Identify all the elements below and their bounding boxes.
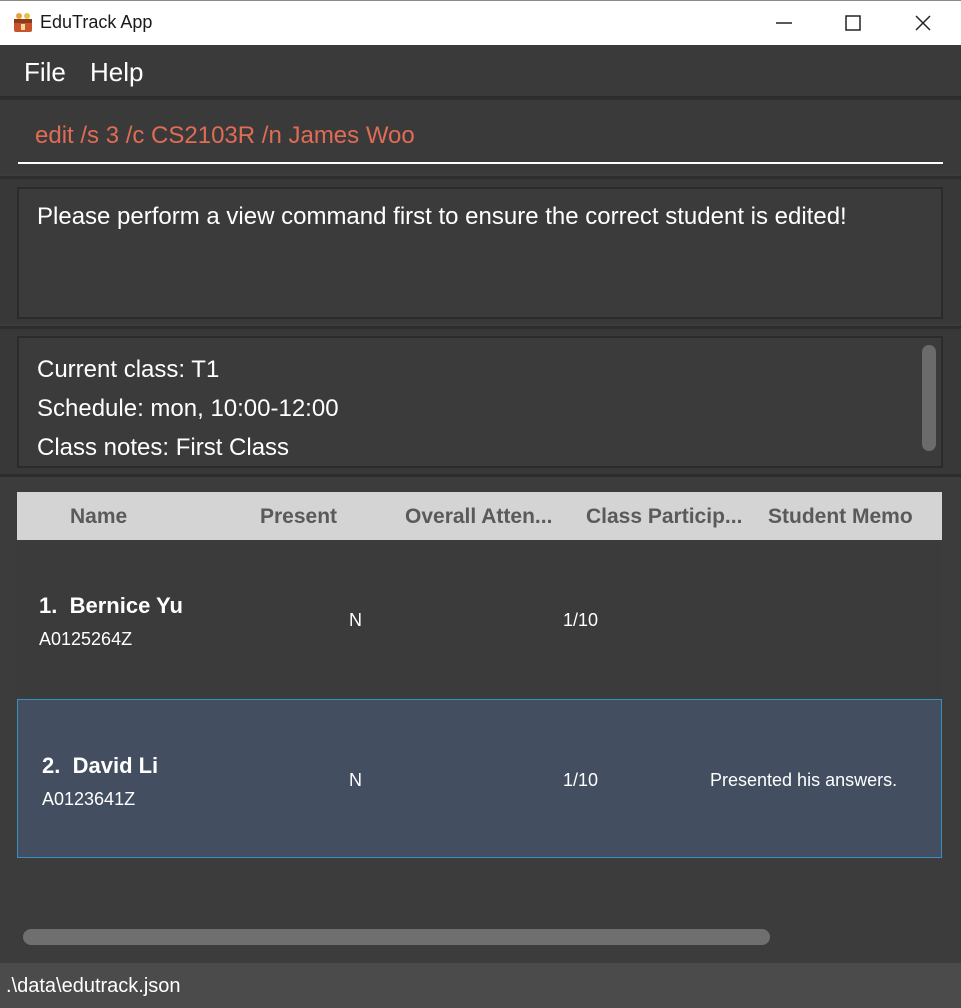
result-display: Please perform a view command first to e… (17, 187, 943, 319)
minimize-icon (776, 22, 792, 24)
column-header-class-participation[interactable]: Class Particip... (586, 505, 742, 529)
table-row-selected[interactable]: 2. David Li A0123641Z N 1/10 Presented h… (17, 699, 942, 858)
command-input[interactable]: edit /s 3 /c CS2103R /n James Woo (18, 114, 943, 164)
table-horizontal-scrollbar[interactable] (23, 929, 770, 945)
student-name-text: Bernice Yu (69, 593, 183, 618)
present-cell: N (349, 770, 362, 790)
column-header-name[interactable]: Name (70, 505, 127, 529)
close-icon (915, 15, 931, 31)
class-info-pane: Current class: T1 Schedule: mon, 10:00-1… (0, 326, 961, 474)
current-class-text: Current class: T1 (37, 356, 220, 383)
minimize-button[interactable] (749, 1, 819, 45)
column-header-present[interactable]: Present (260, 505, 337, 529)
window-title: EduTrack App (40, 12, 153, 32)
close-button[interactable] (888, 1, 958, 45)
table-row[interactable]: 1. Bernice Yu A0125264Z N 1/10 (17, 540, 942, 699)
row-index: 1. (39, 593, 58, 618)
participation-cell: 1/10 (563, 610, 599, 630)
menu-bar: File Help (0, 45, 961, 98)
class-info-scrollbar[interactable] (922, 345, 936, 451)
table-header: Name Present Overall Atten... Class Part… (17, 492, 942, 540)
result-pane: Please perform a view command first to e… (0, 176, 961, 324)
command-pane: edit /s 3 /c CS2103R /n James Woo (0, 98, 961, 174)
status-bar: .\data\edutrack.json (0, 963, 961, 1008)
memo-cell: Presented his answers. (710, 770, 898, 790)
data-file-path: .\data\edutrack.json (6, 975, 181, 997)
menu-file[interactable]: File (24, 57, 66, 88)
student-name: 2. David Li (42, 753, 158, 779)
class-info-box: Current class: T1 Schedule: mon, 10:00-1… (17, 336, 943, 468)
participation-cell: 1/10 (563, 770, 599, 790)
student-name: 1. Bernice Yu (39, 593, 183, 619)
app-icon (14, 13, 32, 32)
maximize-button[interactable] (818, 1, 888, 45)
column-header-overall-attendance[interactable]: Overall Atten... (405, 505, 552, 529)
student-id: A0123641Z (42, 789, 136, 809)
schedule-text: Schedule: mon, 10:00-12:00 (37, 395, 339, 422)
row-index: 2. (42, 753, 61, 778)
maximize-icon (845, 15, 861, 31)
present-cell: N (349, 610, 362, 630)
class-notes-text: Class notes: First Class (37, 434, 290, 461)
student-id: A0125264Z (39, 629, 133, 649)
student-name-text: David Li (72, 753, 159, 778)
title-bar: EduTrack App (0, 0, 961, 45)
column-header-student-memo[interactable]: Student Memo (768, 505, 913, 529)
menu-help[interactable]: Help (90, 57, 143, 88)
